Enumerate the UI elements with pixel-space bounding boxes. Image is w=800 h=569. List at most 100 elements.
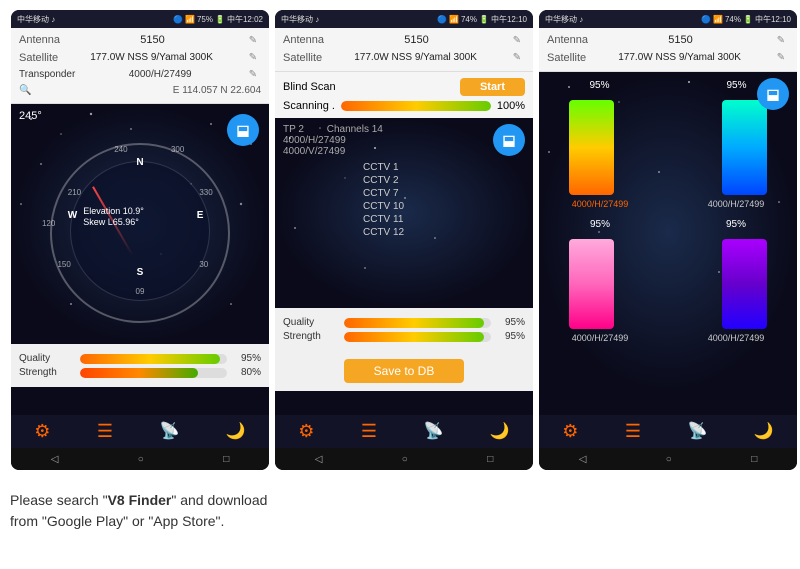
android-nav-3: ◁ ○ □ [539, 448, 797, 470]
bar-label-3: 4000/H/27499 [547, 333, 653, 343]
top-pct-row: 95% 95% [547, 80, 789, 91]
compass-n: N [136, 157, 143, 168]
search-icon-1[interactable]: ☰ [97, 421, 113, 442]
satellite-label-3: Satellite [547, 50, 586, 68]
start-button[interactable]: Start [460, 78, 525, 96]
bottom-pct-row: 95% 95% [547, 219, 789, 230]
strength-label-2: Strength [283, 331, 338, 342]
bluetooth-button-3[interactable]: ⬓ [757, 78, 789, 110]
strength-pct-2: 95% [497, 331, 525, 342]
edit-icon-3[interactable]: ✎ [245, 67, 261, 83]
scanning-label: Scanning . [283, 100, 335, 112]
scanning-row: Scanning . 100% [283, 98, 525, 114]
home-btn-3[interactable]: ○ [666, 454, 672, 465]
phone-screen-3: 中华移动 ♪ 🔵 📶 74% 🔋 中午12:10 Antenna 5150 ✎ … [539, 10, 797, 470]
android-nav-2: ◁ ○ □ [275, 448, 533, 470]
edit-icon-6[interactable]: ✎ [773, 33, 789, 49]
degree-text: 245° [19, 110, 42, 122]
skew-value: Skew L65.96° [83, 217, 144, 227]
quality-label-1: Quality [19, 353, 74, 364]
settings-icon-1[interactable]: ⚙ [34, 421, 50, 442]
strength-row-1: Strength 80% [19, 367, 261, 378]
home-btn-1[interactable]: ○ [138, 454, 144, 465]
save-to-db-button[interactable]: Save to DB [344, 359, 465, 383]
search-icon-2[interactable]: ☰ [361, 421, 377, 442]
blind-scan-label: Blind Scan [283, 81, 336, 93]
signal-bar-1 [569, 100, 614, 195]
edit-icon-5[interactable]: ✎ [509, 50, 525, 66]
settings-icon-3[interactable]: ⚙ [562, 421, 578, 442]
status-bar-2: 中华移动 ♪ 🔵 📶 74% 🔋 中午12:10 [275, 10, 533, 28]
pct-label-4: 95% [683, 219, 789, 230]
strength-label-1: Strength [19, 367, 74, 378]
strength-bar-container-1 [80, 368, 227, 378]
quality-row-2: Quality 95% [283, 317, 525, 328]
strength-row-2: Strength 95% [283, 331, 525, 342]
deg-300: 300 [171, 145, 184, 154]
bottom-bars-row [547, 234, 789, 329]
quality-label-2: Quality [283, 317, 338, 328]
recents-btn-2[interactable]: □ [487, 454, 493, 465]
status-left-1: 中华移动 ♪ [17, 14, 55, 25]
quality-bar-container-1 [80, 354, 227, 364]
deg-120: 120 [42, 219, 55, 228]
satellite-icon-1[interactable]: 📡 [159, 421, 179, 442]
phone-screen-2: 中华移动 ♪ 🔵 📶 74% 🔋 中午12:10 Antenna 5150 ✎ … [275, 10, 533, 470]
bar-col-3 [564, 239, 619, 329]
edit-icon-4[interactable]: ✎ [509, 33, 525, 49]
bar-col-1 [564, 100, 619, 195]
signal-bars-2: Quality 95% Strength 95% [275, 308, 533, 351]
info-panel-1: Antenna 5150 ✎ Satellite 177.0W NSS 9/Ya… [11, 28, 269, 104]
channels-area-2: ⬓ TP 2 Channels 14 4000/H/27499 4000/V/2… [275, 118, 533, 308]
bluetooth-button-1[interactable]: ⬓ [227, 114, 259, 146]
signal-bar-2 [722, 100, 767, 195]
bottom-nav-2: ⚙ ☰ 📡 🌙 [275, 415, 533, 448]
deg-150: 150 [57, 260, 70, 269]
save-area: Save to DB [275, 351, 533, 391]
back-btn-3[interactable]: ◁ [579, 454, 587, 465]
search-icon-3[interactable]: ☰ [625, 421, 641, 442]
strength-bar-fill-1 [80, 368, 198, 378]
bluetooth-button-2[interactable]: ⬓ [493, 124, 525, 156]
settings-icon-2[interactable]: ⚙ [298, 421, 314, 442]
antenna-value-2: 5150 [404, 32, 428, 50]
moon-icon-2[interactable]: 🌙 [490, 421, 510, 442]
pct-label-1: 95% [547, 80, 652, 91]
description-before: Please search " [10, 492, 108, 508]
antenna-label-1: Antenna [19, 32, 60, 50]
edit-icon-7[interactable]: ✎ [773, 50, 789, 66]
signal-viz-area: ⬓ 95% 95% 4000/H/27499 4 [539, 72, 797, 392]
bar-label-1: 4000/H/27499 [547, 199, 653, 209]
satellite-value-2: 177.0W NSS 9/Yamal 300K [354, 50, 477, 66]
edit-icon-2[interactable]: ✎ [245, 50, 261, 66]
antenna-label-2: Antenna [283, 32, 324, 50]
home-btn-2[interactable]: ○ [402, 454, 408, 465]
info-panel-2: Antenna 5150 ✎ Satellite 177.0W NSS 9/Ya… [275, 28, 533, 72]
satellite-icon-3[interactable]: 📡 [687, 421, 707, 442]
deg-330: 330 [199, 188, 212, 197]
satellite-icon-2[interactable]: 📡 [423, 421, 443, 442]
brand-name: V8 Finder [108, 492, 172, 508]
bottom-bars-labels: 4000/H/27499 4000/H/27499 [547, 333, 789, 343]
recents-btn-1[interactable]: □ [223, 454, 229, 465]
moon-icon-3[interactable]: 🌙 [754, 421, 774, 442]
back-btn-2[interactable]: ◁ [315, 454, 323, 465]
antenna-value-3: 5150 [668, 32, 692, 50]
back-btn-1[interactable]: ◁ [51, 454, 59, 465]
top-bars-row [547, 95, 789, 195]
recents-btn-3[interactable]: □ [751, 454, 757, 465]
quality-row-1: Quality 95% [19, 353, 261, 364]
scan-pct: 100% [497, 100, 525, 112]
satellite-label-2: Satellite [283, 50, 322, 68]
top-bars-labels: 4000/H/27499 4000/H/27499 [547, 199, 789, 209]
signal-bar-4 [722, 239, 767, 329]
moon-icon-1[interactable]: 🌙 [226, 421, 246, 442]
description-area: Please search "V8 Finder" and downloadfr… [0, 478, 800, 540]
pct-label-3: 95% [547, 219, 653, 230]
strength-bar-container-2 [344, 332, 491, 342]
deg-210: 210 [68, 188, 81, 197]
quality-pct-1: 95% [233, 353, 261, 364]
quality-bar-fill-2 [344, 318, 484, 328]
scan-panel: Blind Scan Start Scanning . 100% [275, 72, 533, 118]
edit-icon-1[interactable]: ✎ [245, 33, 261, 49]
